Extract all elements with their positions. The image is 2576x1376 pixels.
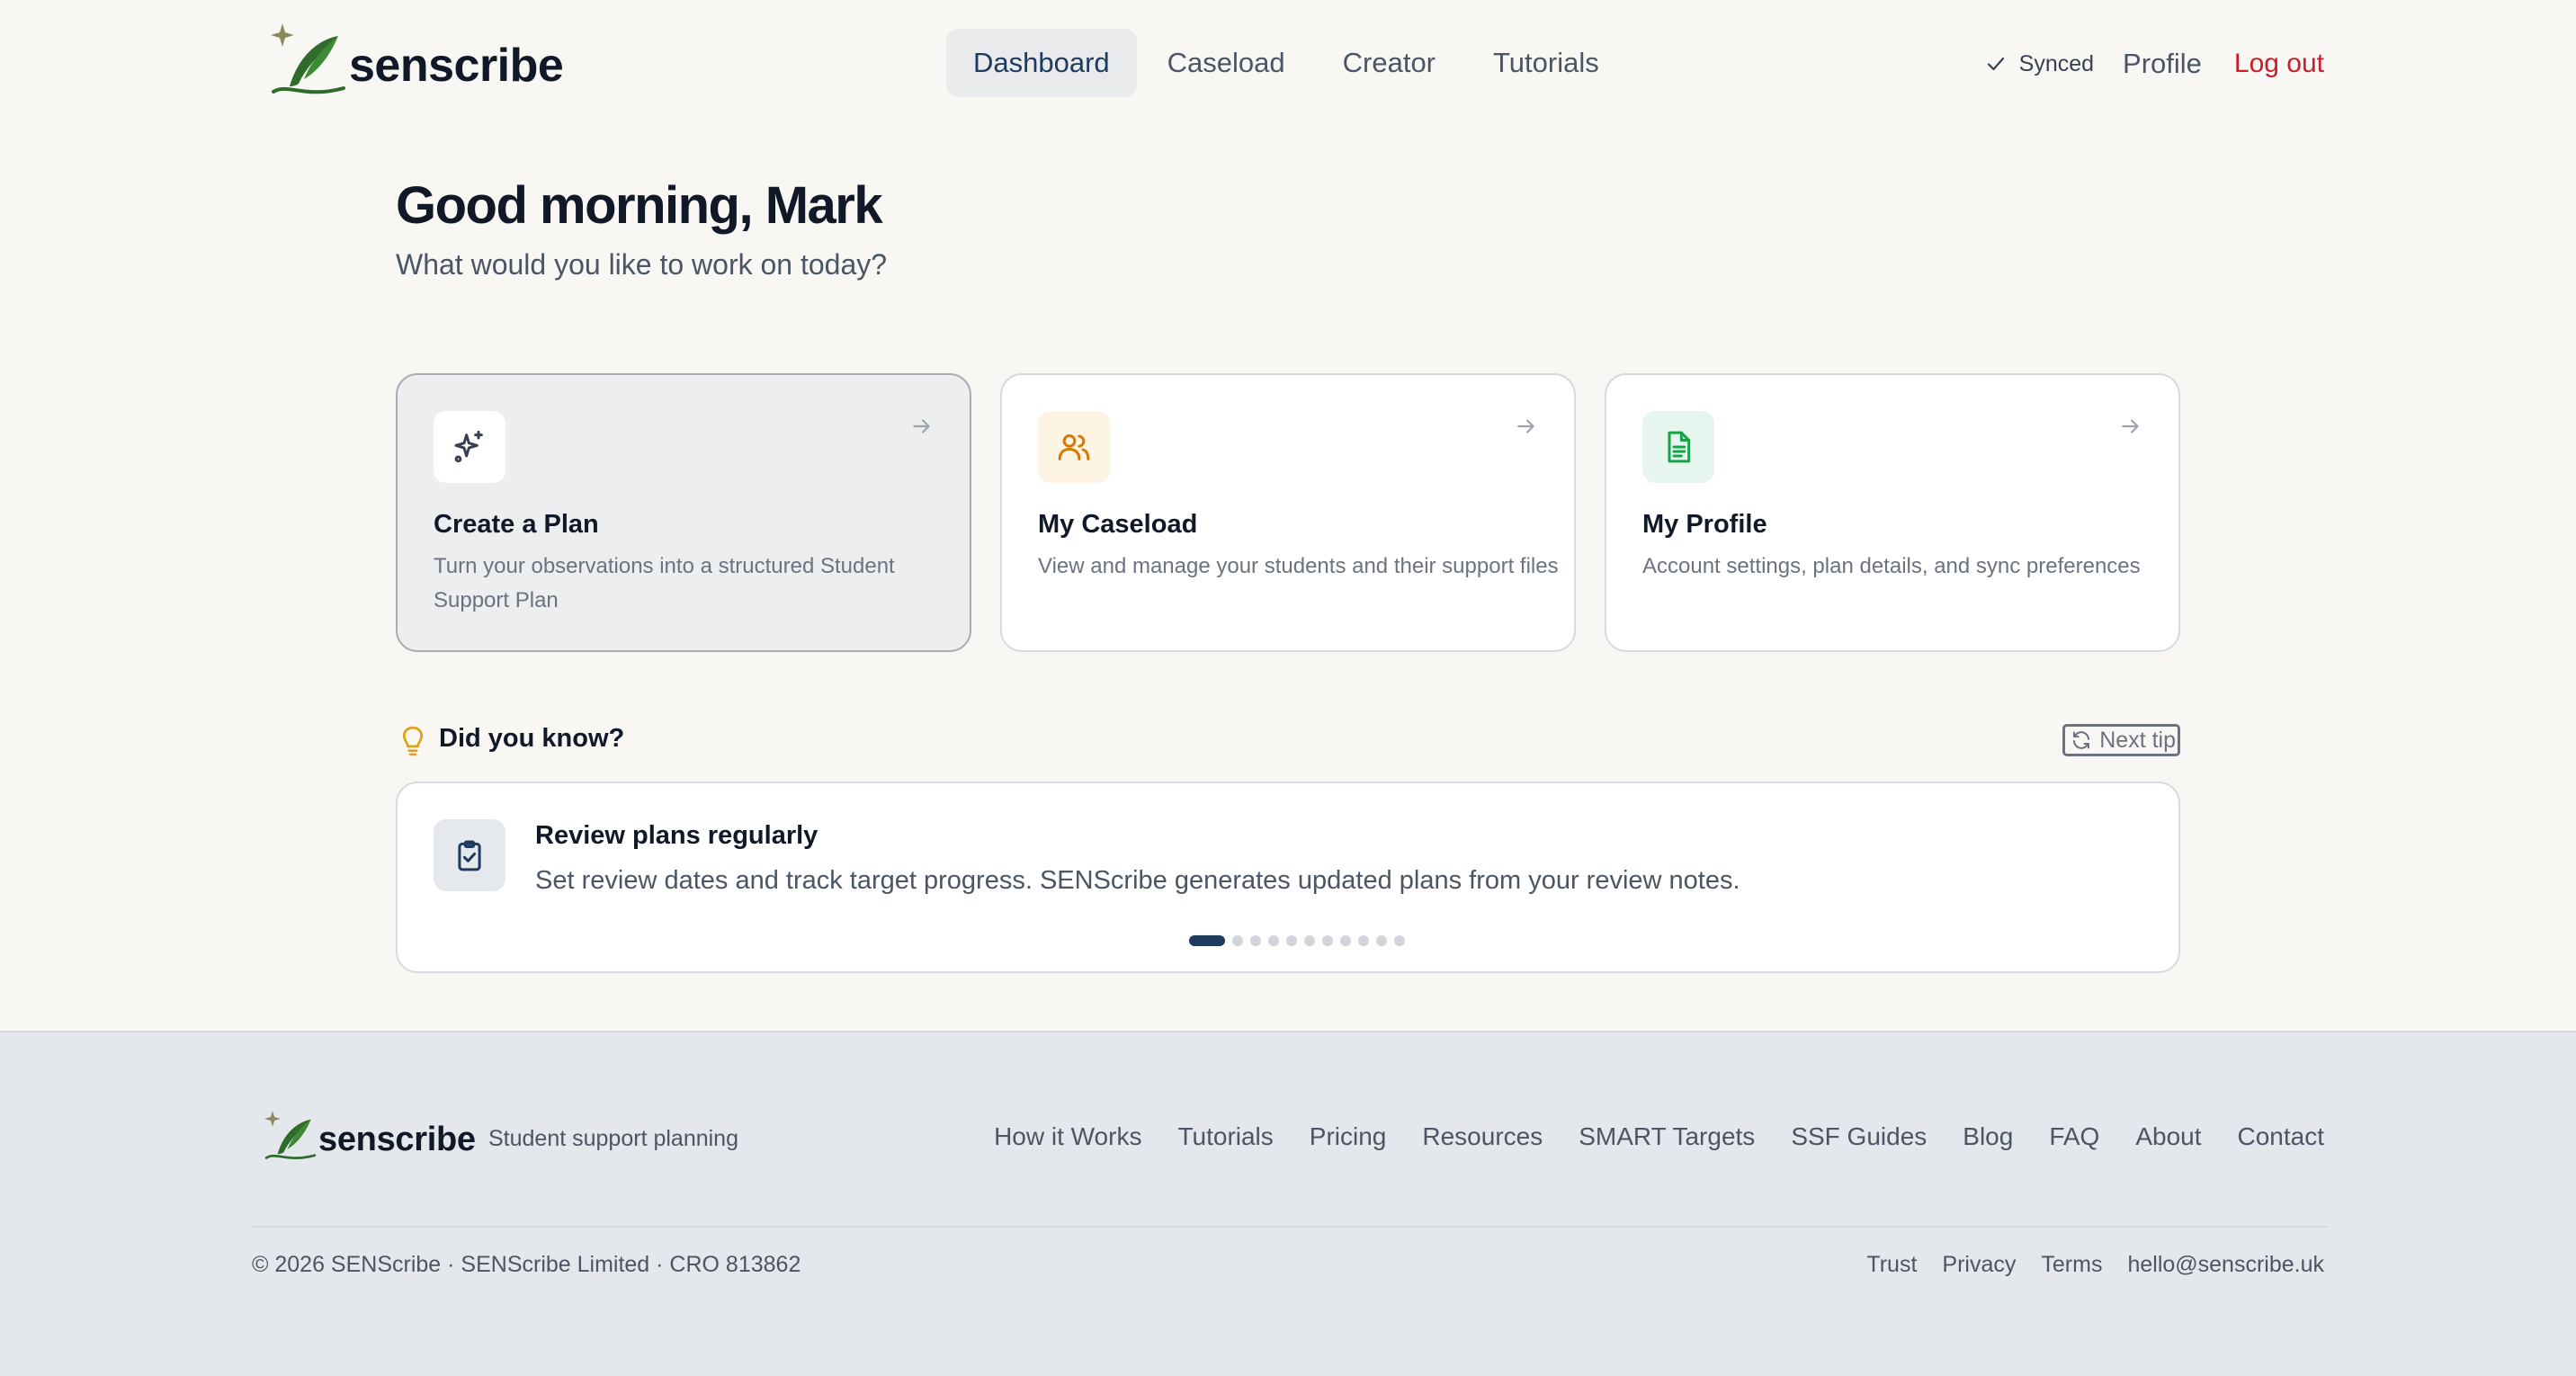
card-title: My Caseload — [1038, 510, 1198, 539]
main-nav: Dashboard Caseload Creator Tutorials — [946, 29, 1630, 97]
tip-dot[interactable] — [1268, 935, 1279, 946]
tip-dot[interactable] — [1358, 935, 1369, 946]
footer-divider — [252, 1226, 2328, 1228]
arrow-right-icon — [2119, 415, 2142, 442]
footer-link-pricing[interactable]: Pricing — [1310, 1122, 1387, 1151]
create-plan-card[interactable]: Create a Plan Turn your observations int… — [396, 373, 971, 652]
footer-link-terms[interactable]: Terms — [2041, 1252, 2102, 1278]
card-title: Create a Plan — [434, 510, 599, 539]
tip-text: Set review dates and track target progre… — [535, 866, 1740, 895]
lightbulb-icon — [398, 724, 428, 761]
footer-link-about[interactable]: About — [2135, 1122, 2201, 1151]
footer-logo-wordmark: senscribe — [318, 1120, 476, 1158]
document-icon — [1642, 411, 1714, 483]
arrow-right-icon — [910, 415, 934, 442]
my-caseload-card[interactable]: My Caseload View and manage your student… — [1000, 373, 1576, 652]
footer-link-faq[interactable]: FAQ — [2049, 1122, 2099, 1151]
check-icon — [1987, 57, 2004, 71]
footer-link-smart-targets[interactable]: SMART Targets — [1579, 1122, 1755, 1151]
footer-link-ssf-guides[interactable]: SSF Guides — [1791, 1122, 1927, 1151]
footer-link-privacy[interactable]: Privacy — [1942, 1252, 2016, 1278]
dashboard-main: Good morning, Mark What would you like t… — [396, 175, 2180, 973]
footer-link-contact[interactable]: Contact — [2238, 1122, 2325, 1151]
quick-action-cards: Create a Plan Turn your observations int… — [396, 373, 2180, 652]
footer-link-trust[interactable]: Trust — [1866, 1252, 1917, 1278]
tip-dot[interactable] — [1232, 935, 1243, 946]
sparkles-icon — [434, 411, 505, 483]
next-tip-button[interactable]: Next tip — [2062, 724, 2180, 756]
tip-title: Review plans regularly — [535, 821, 818, 850]
quill-logo-icon — [264, 1111, 317, 1159]
tip-dot[interactable] — [1189, 935, 1225, 946]
users-icon — [1038, 411, 1110, 483]
logo-wordmark: senscribe — [349, 40, 564, 92]
copyright-text: © 2026 SENScribe · SENScribe Limited · C… — [252, 1252, 801, 1277]
card-description: Account settings, plan details, and sync… — [1642, 554, 2141, 578]
nav-tutorials[interactable]: Tutorials — [1466, 29, 1626, 97]
senscribe-logo[interactable]: senscribe — [268, 20, 564, 103]
tip-header: Did you know? Next tip — [396, 724, 2180, 760]
refresh-icon — [2073, 731, 2090, 749]
footer-logo[interactable]: senscribe — [263, 1108, 476, 1166]
card-title: My Profile — [1642, 510, 1767, 539]
footer-link-email[interactable]: hello@senscribe.uk — [2127, 1252, 2324, 1278]
tip-dot[interactable] — [1250, 935, 1261, 946]
sync-status-label: Synced — [2018, 50, 2095, 76]
nav-dashboard[interactable]: Dashboard — [946, 29, 1137, 97]
footer-link-how-it-works[interactable]: How it Works — [994, 1122, 1141, 1151]
header-actions: Synced Profile Log out — [1985, 36, 2324, 92]
page-subtitle: What would you like to work on today? — [396, 248, 888, 281]
tip-dot[interactable] — [1340, 935, 1351, 946]
logout-link[interactable]: Log out — [2234, 49, 2324, 79]
tip-pagination — [1189, 935, 1412, 946]
my-profile-card[interactable]: My Profile Account settings, plan detail… — [1605, 373, 2180, 652]
footer-link-blog[interactable]: Blog — [1963, 1122, 2013, 1151]
sync-status: Synced — [1985, 51, 2094, 77]
footer-nav: How it Works Tutorials Pricing Resources… — [958, 1122, 2324, 1151]
next-tip-label: Next tip — [2099, 727, 2176, 753]
tip-dot[interactable] — [1286, 935, 1297, 946]
site-footer: senscribe Student support planning How i… — [0, 1031, 2576, 1376]
footer-tagline: Student support planning — [488, 1126, 738, 1151]
card-description: Turn your observations into a structured… — [434, 554, 895, 612]
tip-card: Review plans regularly Set review dates … — [396, 782, 2180, 973]
nav-creator[interactable]: Creator — [1316, 29, 1462, 97]
card-description: View and manage your students and their … — [1038, 554, 1559, 578]
legal-links: Trust Privacy Terms hello@senscribe.uk — [1841, 1252, 2324, 1278]
page-title: Good morning, Mark — [396, 176, 883, 235]
tip-heading: Did you know? — [439, 724, 625, 753]
footer-link-resources[interactable]: Resources — [1422, 1122, 1543, 1151]
tip-dot[interactable] — [1376, 935, 1387, 946]
nav-caseload[interactable]: Caseload — [1140, 29, 1312, 97]
tip-dot[interactable] — [1322, 935, 1333, 946]
tip-dot[interactable] — [1304, 935, 1315, 946]
tip-dot[interactable] — [1394, 935, 1405, 946]
footer-link-tutorials[interactable]: Tutorials — [1177, 1122, 1273, 1151]
arrow-right-icon — [1515, 415, 1538, 442]
quill-logo-icon — [268, 20, 349, 103]
clipboard-check-icon — [434, 819, 505, 891]
profile-link[interactable]: Profile — [2123, 48, 2202, 80]
top-header: senscribe Dashboard Caseload Creator Tut… — [0, 0, 2576, 130]
